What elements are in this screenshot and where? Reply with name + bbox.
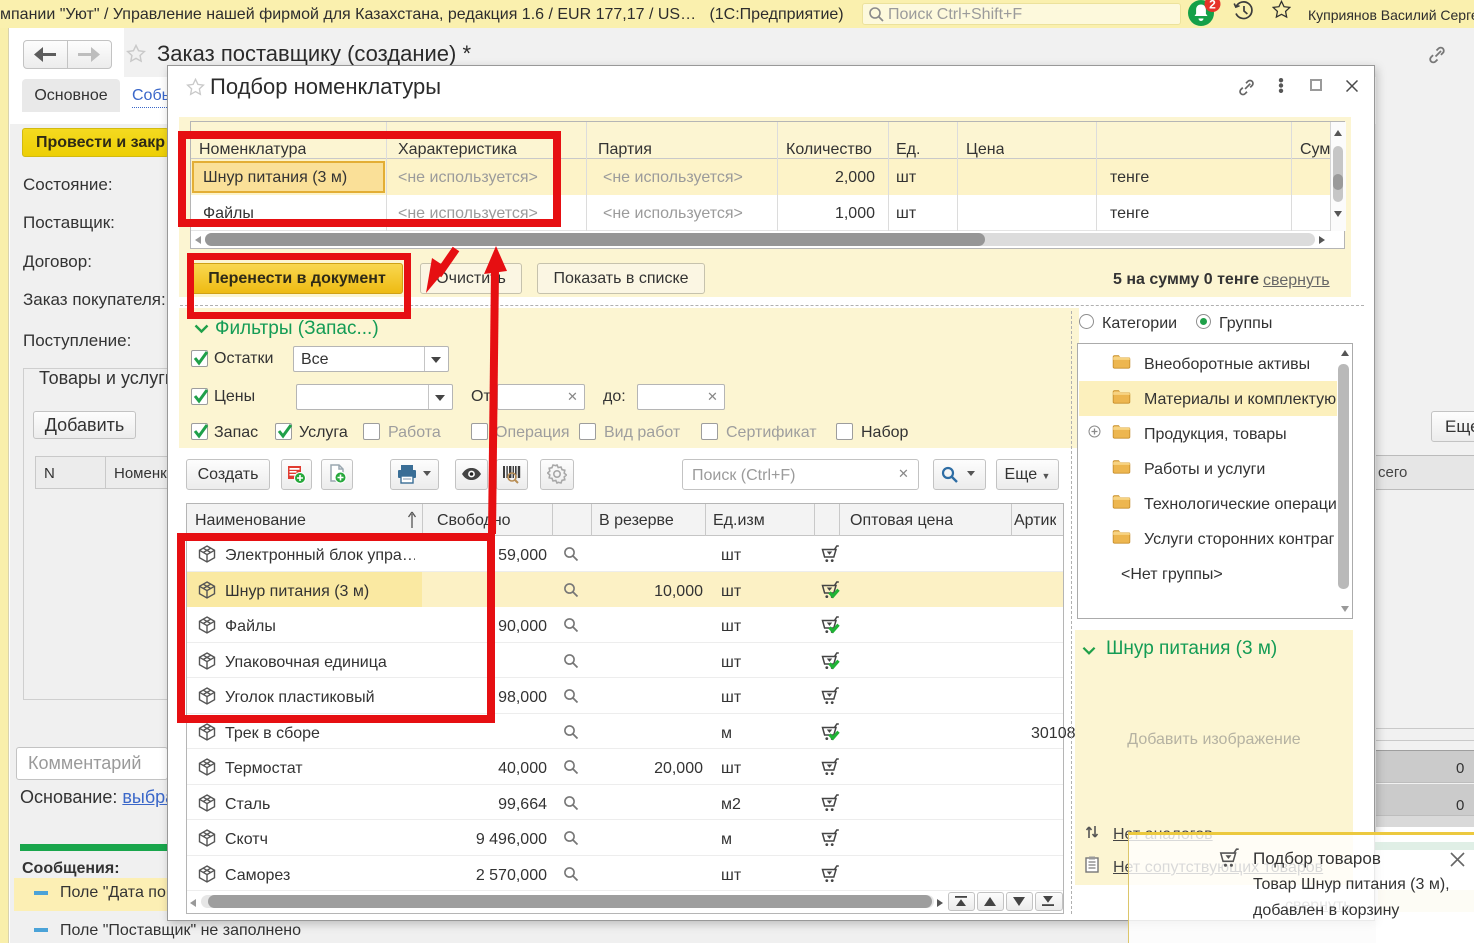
svg-text:2: 2 [1209, 0, 1216, 11]
